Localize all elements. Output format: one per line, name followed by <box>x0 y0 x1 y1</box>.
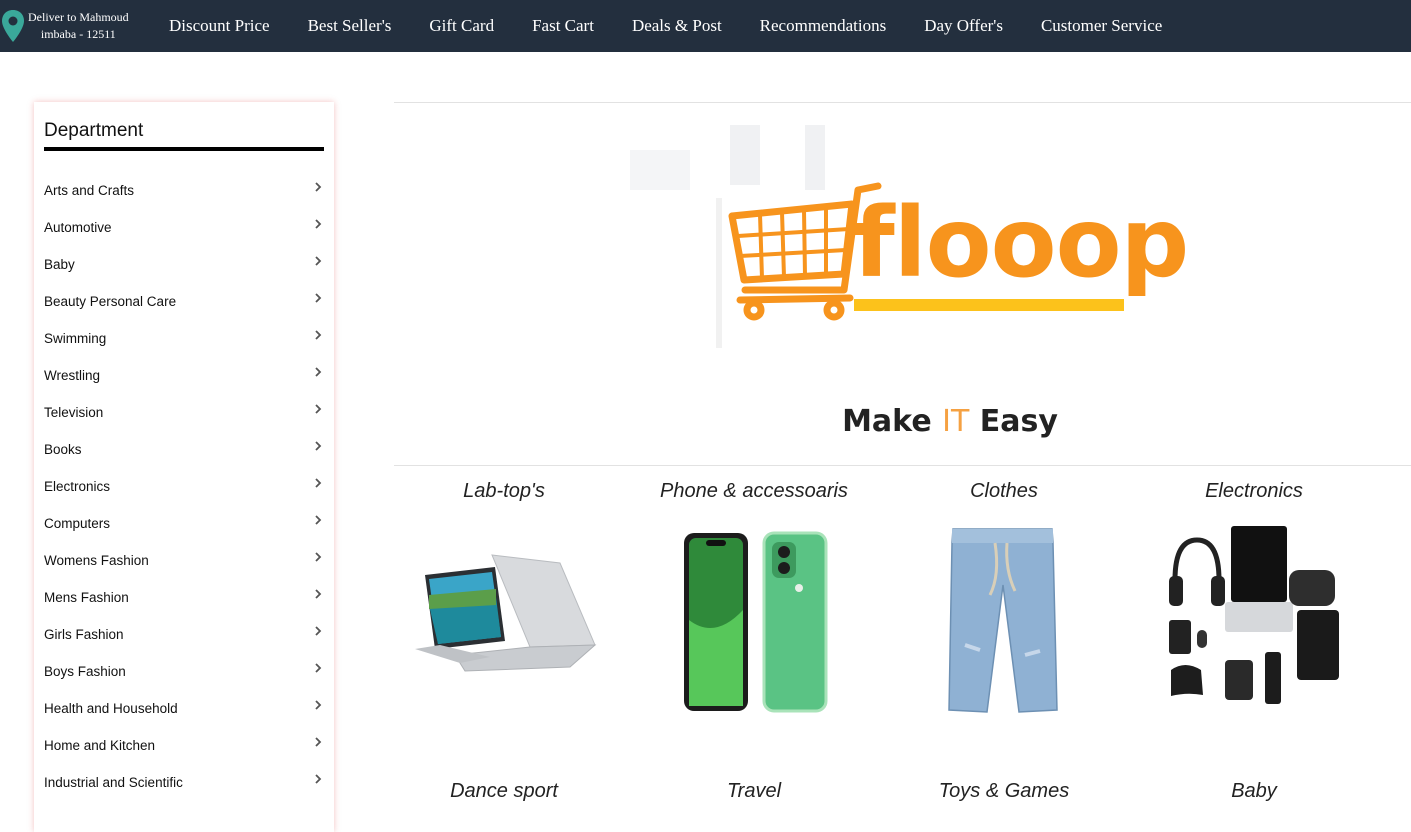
category-title: Toys & Games <box>938 780 1070 802</box>
department-item-label: Computers <box>44 516 111 531</box>
department-item-label: Television <box>44 405 104 420</box>
department-item[interactable]: Girls Fashion <box>44 616 324 653</box>
category-title: Clothes <box>970 480 1038 502</box>
department-item[interactable]: Electronics <box>44 468 324 505</box>
department-item[interactable]: Automotive <box>44 209 324 246</box>
jeans-image <box>948 528 1058 713</box>
chevron-right-icon <box>315 478 322 488</box>
logo-wordmark: flooop <box>853 187 1189 299</box>
nav-fast-cart[interactable]: Fast Cart <box>513 16 613 36</box>
tagline-post: Easy <box>969 404 1058 439</box>
chevron-right-icon <box>315 182 322 192</box>
chevron-right-icon <box>315 589 322 599</box>
department-item-label: Arts and Crafts <box>44 183 135 198</box>
category-electronics[interactable]: Electronics <box>1129 480 1379 503</box>
nav-gift-card[interactable]: Gift Card <box>410 16 513 36</box>
chevron-right-icon <box>315 515 322 525</box>
department-item-label: Books <box>44 442 82 457</box>
department-item[interactable]: Health and Household <box>44 690 324 727</box>
tagline-highlight: IT <box>942 404 970 439</box>
category-title: Dance sport <box>450 780 558 802</box>
nav-discount-price[interactable]: Discount Price <box>150 16 289 36</box>
department-item[interactable]: Books <box>44 431 324 468</box>
department-item[interactable]: Television <box>44 394 324 431</box>
department-item[interactable]: Industrial and Scientific <box>44 764 324 801</box>
laptop-image <box>415 554 597 672</box>
department-item[interactable]: Boys Fashion <box>44 653 324 690</box>
department-item[interactable]: Beauty Personal Care <box>44 283 324 320</box>
category-travel[interactable]: Travel <box>629 780 879 803</box>
category-title: Travel <box>726 780 782 802</box>
department-item[interactable]: Mens Fashion <box>44 579 324 616</box>
tagline: Make IT Easy <box>700 404 1200 439</box>
chevron-right-icon <box>315 404 322 414</box>
chevron-right-icon <box>315 330 322 340</box>
department-item-label: Mens Fashion <box>44 590 129 605</box>
department-item[interactable]: Arts and Crafts <box>44 172 324 209</box>
location-pin-icon <box>2 10 24 42</box>
chevron-right-icon <box>315 219 322 229</box>
category-dance-sport[interactable]: Dance sport <box>379 780 629 803</box>
electronics-image <box>1169 526 1339 704</box>
chevron-right-icon <box>315 663 322 673</box>
department-item[interactable]: Womens Fashion <box>44 542 324 579</box>
department-item-label: Health and Household <box>44 701 178 716</box>
nav-recommendations[interactable]: Recommendations <box>741 16 906 36</box>
department-divider <box>44 147 324 151</box>
content-divider-bottom <box>394 465 1411 466</box>
category-title: Electronics <box>1205 480 1303 502</box>
tagline-pre: Make <box>842 404 943 439</box>
main-nav: Discount Price Best Seller's Gift Card F… <box>150 0 1181 52</box>
department-title: Department <box>44 120 144 141</box>
chevron-right-icon <box>315 552 322 562</box>
chevron-right-icon <box>315 293 322 303</box>
department-item-label: Womens Fashion <box>44 553 149 568</box>
phone-image <box>684 531 828 713</box>
department-sidebar: Department Arts and Crafts Automotive Baby… <box>34 102 334 832</box>
chevron-right-icon <box>315 626 322 636</box>
department-list: Arts and Crafts Automotive Baby Beauty Pers… <box>44 172 324 801</box>
department-item-label: Home and Kitchen <box>44 738 156 753</box>
department-item[interactable]: Computers <box>44 505 324 542</box>
nav-best-sellers[interactable]: Best Seller's <box>289 16 411 36</box>
top-navbar: Deliver to Mahmoud imbaba - 12511 Discou… <box>0 0 1411 52</box>
deliver-address: Deliver to Mahmoud imbaba - 12511 <box>28 9 129 43</box>
department-item-label: Beauty Personal Care <box>44 294 177 309</box>
deliver-to-location[interactable]: Deliver to Mahmoud imbaba - 12511 <box>0 6 129 46</box>
department-item-label: Girls Fashion <box>44 627 124 642</box>
category-title: Phone & accessoaris <box>660 480 848 502</box>
department-item-label: Electronics <box>44 479 111 494</box>
category-toys-games[interactable]: Toys & Games <box>879 780 1129 803</box>
chevron-right-icon <box>315 737 322 747</box>
category-laptops[interactable]: Lab-top's <box>379 480 629 503</box>
department-item[interactable]: Wrestling <box>44 357 324 394</box>
nav-customer-service[interactable]: Customer Service <box>1022 16 1181 36</box>
chevron-right-icon <box>315 774 322 784</box>
chevron-right-icon <box>315 367 322 377</box>
deliver-name: Deliver to Mahmoud <box>28 10 129 24</box>
category-clothes[interactable]: Clothes <box>879 480 1129 503</box>
deliver-area: imbaba - 12511 <box>40 27 116 41</box>
category-phones[interactable]: Phone & accessoaris <box>629 480 879 503</box>
department-item-label: Wrestling <box>44 368 101 383</box>
nav-deals-post[interactable]: Deals & Post <box>613 16 741 36</box>
chevron-right-icon <box>315 256 322 266</box>
category-title: Lab-top's <box>463 480 545 502</box>
department-item-label: Baby <box>44 257 75 272</box>
chevron-right-icon <box>315 700 322 710</box>
department-item-label: Automotive <box>44 220 112 235</box>
category-title: Baby <box>1231 780 1277 802</box>
chevron-right-icon <box>315 441 322 451</box>
department-item[interactable]: Swimming <box>44 320 324 357</box>
nav-day-offers[interactable]: Day Offer's <box>905 16 1022 36</box>
department-item-label: Industrial and Scientific <box>44 775 183 790</box>
department-item[interactable]: Home and Kitchen <box>44 727 324 764</box>
content-divider-top <box>394 102 1411 103</box>
department-item-label: Boys Fashion <box>44 664 126 679</box>
department-item-label: Swimming <box>44 331 107 346</box>
category-baby[interactable]: Baby <box>1129 780 1379 803</box>
department-item[interactable]: Baby <box>44 246 324 283</box>
